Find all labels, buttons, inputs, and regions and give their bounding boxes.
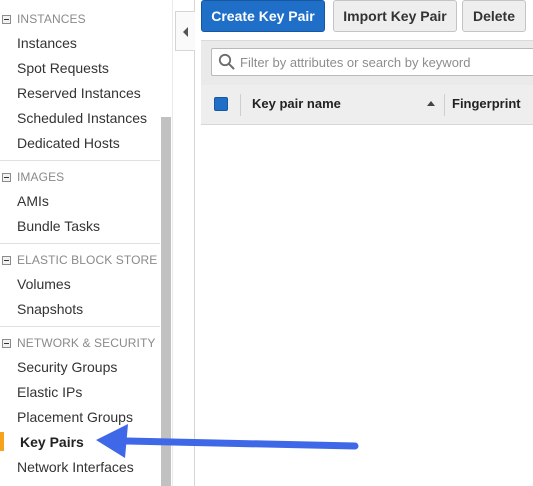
section-header-elastic-block-store[interactable]: ELASTIC BLOCK STORE [0, 252, 160, 272]
sidebar-collapse-strip [172, 0, 195, 486]
sidebar-item-reserved-instances[interactable]: Reserved Instances [17, 84, 141, 102]
section-header-instances[interactable]: INSTANCES [0, 11, 160, 31]
section-divider [0, 243, 160, 244]
column-header-key-pair-name[interactable]: Key pair name [252, 96, 341, 111]
section-divider [0, 160, 160, 161]
sidebar-collapse-button[interactable] [175, 11, 195, 51]
search-input[interactable] [240, 50, 530, 74]
collapse-icon[interactable] [2, 339, 11, 348]
section-instances: INSTANCES [0, 11, 160, 31]
section-network-security: NETWORK & SECURITY [0, 335, 160, 355]
section-header-network-security[interactable]: NETWORK & SECURITY [0, 335, 160, 355]
chevron-left-icon [183, 27, 188, 37]
collapse-icon[interactable] [2, 15, 11, 24]
table-header: Key pair name Fingerprint [201, 85, 533, 125]
sort-ascending-icon[interactable] [427, 101, 435, 106]
sidebar-item-key-pairs[interactable]: Key Pairs [20, 433, 84, 451]
table-body [201, 125, 533, 486]
sidebar-item-amis[interactable]: AMIs [17, 192, 49, 210]
sidebar-item-instances[interactable]: Instances [17, 34, 77, 52]
section-title-instances: INSTANCES [17, 12, 86, 26]
filter-bar [201, 40, 533, 85]
search-box[interactable] [211, 48, 533, 76]
sidebar-item-spot-requests[interactable]: Spot Requests [17, 59, 109, 77]
sidebar-item-security-groups[interactable]: Security Groups [17, 358, 117, 376]
sidebar-scrollbar-thumb[interactable] [161, 117, 171, 486]
column-header-fingerprint[interactable]: Fingerprint [452, 96, 521, 111]
delete-button[interactable]: Delete [462, 0, 526, 32]
sidebar-nav: INSTANCES Instances Spot Requests Reserv… [0, 0, 160, 486]
sidebar-item-volumes[interactable]: Volumes [17, 275, 71, 293]
section-title-network-security: NETWORK & SECURITY [17, 336, 156, 350]
sidebar-item-snapshots[interactable]: Snapshots [17, 300, 83, 318]
section-elastic-block-store: ELASTIC BLOCK STORE [0, 252, 160, 272]
main-content: Create Key Pair Import Key Pair Delete K… [196, 0, 533, 486]
select-all-checkbox[interactable] [214, 97, 228, 111]
sidebar-item-placement-groups[interactable]: Placement Groups [17, 408, 133, 426]
sidebar-item-elastic-ips[interactable]: Elastic IPs [17, 383, 82, 401]
section-header-images[interactable]: IMAGES [0, 169, 160, 189]
section-title-images: IMAGES [17, 170, 65, 184]
section-title-elastic-block-store: ELASTIC BLOCK STORE [17, 253, 158, 267]
search-icon [218, 53, 235, 70]
collapse-icon[interactable] [2, 173, 11, 182]
sidebar-item-scheduled-instances[interactable]: Scheduled Instances [17, 109, 147, 127]
sidebar-item-bundle-tasks[interactable]: Bundle Tasks [17, 217, 100, 235]
section-divider [0, 326, 160, 327]
import-key-pair-button[interactable]: Import Key Pair [333, 0, 457, 32]
sidebar-item-dedicated-hosts[interactable]: Dedicated Hosts [17, 134, 120, 152]
collapse-icon[interactable] [2, 256, 11, 265]
column-divider [444, 94, 445, 116]
column-divider [240, 94, 241, 116]
sidebar-item-network-interfaces[interactable]: Network Interfaces [17, 458, 134, 476]
create-key-pair-button[interactable]: Create Key Pair [201, 0, 325, 32]
section-images: IMAGES [0, 169, 160, 189]
active-item-indicator [0, 432, 4, 451]
